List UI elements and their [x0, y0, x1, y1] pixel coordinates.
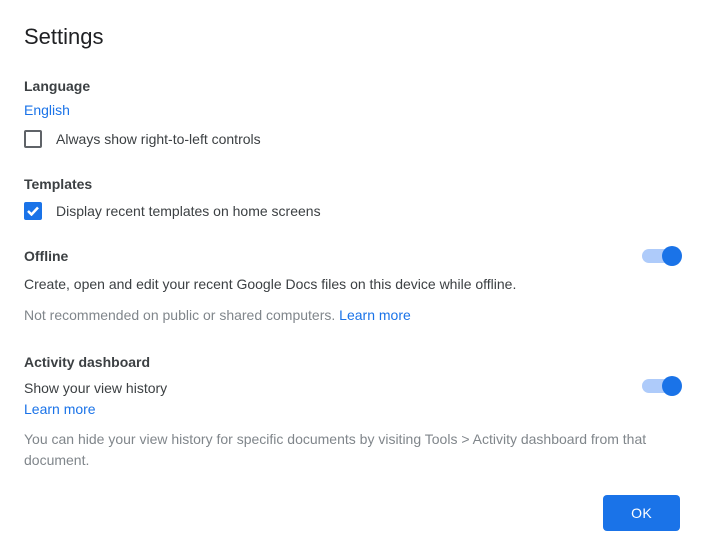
- templates-checkbox-label: Display recent templates on home screens: [56, 203, 321, 219]
- ok-button[interactable]: OK: [603, 495, 680, 531]
- language-current-link[interactable]: English: [24, 102, 70, 118]
- rtl-checkbox[interactable]: [24, 130, 42, 148]
- offline-warning-line: Not recommended on public or shared comp…: [24, 305, 680, 326]
- templates-header: Templates: [24, 176, 680, 192]
- offline-learn-more-link[interactable]: Learn more: [339, 307, 411, 323]
- templates-checkbox-row[interactable]: Display recent templates on home screens: [24, 202, 680, 220]
- language-section: Language English Always show right-to-le…: [24, 78, 680, 148]
- activity-section: Activity dashboard Show your view histor…: [24, 354, 680, 471]
- offline-desc: Create, open and edit your recent Google…: [24, 274, 680, 295]
- offline-warning: Not recommended on public or shared comp…: [24, 307, 339, 323]
- check-icon: [27, 206, 39, 216]
- rtl-checkbox-row[interactable]: Always show right-to-left controls: [24, 130, 680, 148]
- activity-hint: You can hide your view history for speci…: [24, 429, 680, 471]
- activity-header: Activity dashboard: [24, 354, 680, 370]
- toggle-thumb: [662, 376, 682, 396]
- offline-toggle[interactable]: [642, 246, 680, 266]
- activity-show-label: Show your view history: [24, 378, 680, 399]
- toggle-thumb: [662, 246, 682, 266]
- offline-section: Offline Create, open and edit your recen…: [24, 248, 680, 326]
- activity-toggle[interactable]: [642, 376, 680, 396]
- page-title: Settings: [24, 24, 680, 50]
- offline-header: Offline: [24, 248, 680, 264]
- templates-checkbox[interactable]: [24, 202, 42, 220]
- rtl-checkbox-label: Always show right-to-left controls: [56, 131, 261, 147]
- activity-learn-more-link[interactable]: Learn more: [24, 401, 96, 417]
- templates-section: Templates Display recent templates on ho…: [24, 176, 680, 220]
- language-header: Language: [24, 78, 680, 94]
